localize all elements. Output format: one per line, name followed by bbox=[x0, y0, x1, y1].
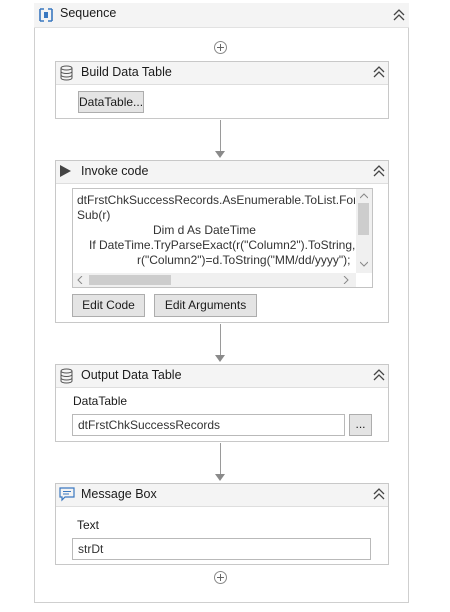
datatable-button[interactable]: DataTable... bbox=[78, 91, 144, 113]
scroll-up-icon[interactable] bbox=[360, 193, 368, 199]
database-icon bbox=[60, 368, 73, 384]
code-line: dtFrstChkSuccessRecords.AsEnumerable.ToL… bbox=[77, 193, 355, 207]
connector-arrow bbox=[215, 474, 225, 481]
collapse-icon[interactable] bbox=[372, 369, 386, 381]
collapse-icon[interactable] bbox=[372, 66, 386, 78]
code-line: Dim d As DateTime bbox=[153, 223, 256, 237]
horizontal-scrollbar[interactable] bbox=[73, 273, 356, 287]
scroll-left-icon[interactable] bbox=[77, 276, 83, 284]
database-icon bbox=[60, 65, 73, 81]
message-box-title: Message Box bbox=[81, 487, 157, 501]
add-activity-icon[interactable] bbox=[214, 571, 227, 584]
sequence-title: Sequence bbox=[60, 6, 117, 20]
connector-line bbox=[220, 120, 221, 152]
code-line: r("Column2")=d.ToString("MM/dd/yyyy"); bbox=[137, 253, 351, 267]
edit-arguments-button[interactable]: Edit Arguments bbox=[154, 294, 257, 317]
scrollbar-thumb[interactable] bbox=[89, 275, 171, 285]
datatable-label: DataTable bbox=[73, 394, 128, 408]
add-activity-icon[interactable] bbox=[214, 41, 227, 54]
scroll-down-icon[interactable] bbox=[360, 261, 368, 267]
connector-arrow bbox=[215, 151, 225, 158]
code-line: If DateTime.TryParseExact(r("Column2").T… bbox=[89, 238, 355, 252]
browse-button[interactable]: ... bbox=[349, 414, 372, 436]
datatable-field[interactable]: dtFrstChkSuccessRecords bbox=[72, 414, 345, 436]
code-line: Sub(r) bbox=[77, 208, 111, 222]
message-icon bbox=[59, 487, 75, 502]
text-label: Text bbox=[77, 518, 100, 532]
edit-code-button[interactable]: Edit Code bbox=[72, 294, 145, 317]
text-field[interactable]: strDt bbox=[72, 538, 371, 560]
vertical-scrollbar[interactable] bbox=[356, 189, 372, 273]
collapse-icon[interactable] bbox=[392, 9, 406, 21]
scroll-right-icon[interactable] bbox=[343, 276, 349, 284]
sequence-icon bbox=[39, 8, 53, 22]
connector-line bbox=[220, 443, 221, 475]
connector-arrow bbox=[215, 355, 225, 362]
invoke-code-title: Invoke code bbox=[81, 164, 149, 178]
play-icon bbox=[60, 165, 71, 177]
output-data-table-title: Output Data Table bbox=[81, 368, 182, 382]
scrollbar-thumb[interactable] bbox=[358, 203, 369, 235]
build-data-table-title: Build Data Table bbox=[81, 65, 172, 79]
collapse-icon[interactable] bbox=[372, 165, 386, 177]
connector-line bbox=[220, 324, 221, 356]
collapse-icon[interactable] bbox=[372, 488, 386, 500]
code-editor[interactable]: dtFrstChkSuccessRecords.AsEnumerable.ToL… bbox=[72, 188, 373, 288]
